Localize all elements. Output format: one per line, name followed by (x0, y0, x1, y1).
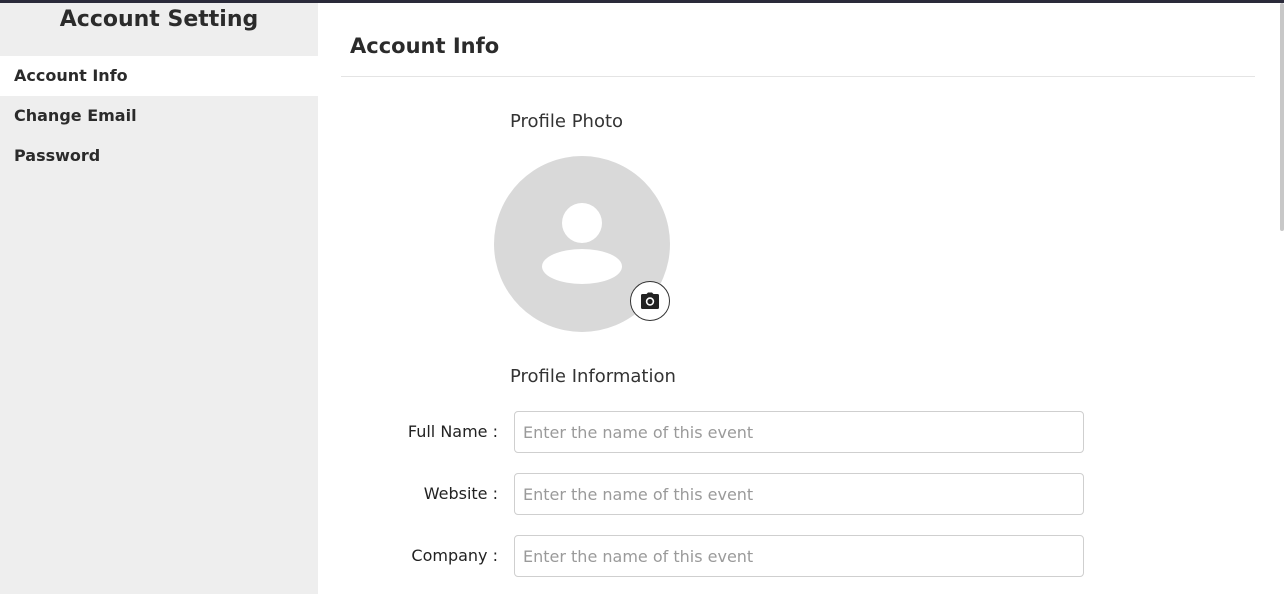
title-divider (341, 76, 1255, 77)
page-scrollbar[interactable] (1280, 3, 1284, 231)
profile-information-label: Profile Information (510, 366, 676, 387)
sidebar-item-label: Account Info (14, 66, 128, 85)
website-input[interactable] (514, 473, 1084, 515)
company-label: Company : (411, 546, 498, 565)
full-name-label: Full Name : (407, 422, 498, 441)
website-label: Website : (423, 484, 498, 503)
full-name-input[interactable] (514, 411, 1084, 453)
sidebar-title: Account Setting (59, 7, 259, 32)
sidebar-item-change-email[interactable]: Change Email (0, 96, 318, 136)
sidebar-item-password[interactable]: Password (0, 136, 318, 176)
profile-photo-label: Profile Photo (510, 111, 624, 132)
sidebar-item-label: Password (14, 146, 101, 165)
upload-photo-button[interactable] (630, 281, 670, 321)
camera-icon (641, 292, 659, 309)
user-placeholder-icon-body (542, 249, 622, 284)
sidebar: Account Setting Account Info Change Emai… (0, 3, 318, 594)
sidebar-item-account-info[interactable]: Account Info (0, 56, 318, 96)
company-input[interactable] (514, 535, 1084, 577)
page-title: Account Info (350, 34, 500, 58)
user-placeholder-icon-head (562, 203, 602, 243)
sidebar-item-label: Change Email (14, 106, 137, 125)
